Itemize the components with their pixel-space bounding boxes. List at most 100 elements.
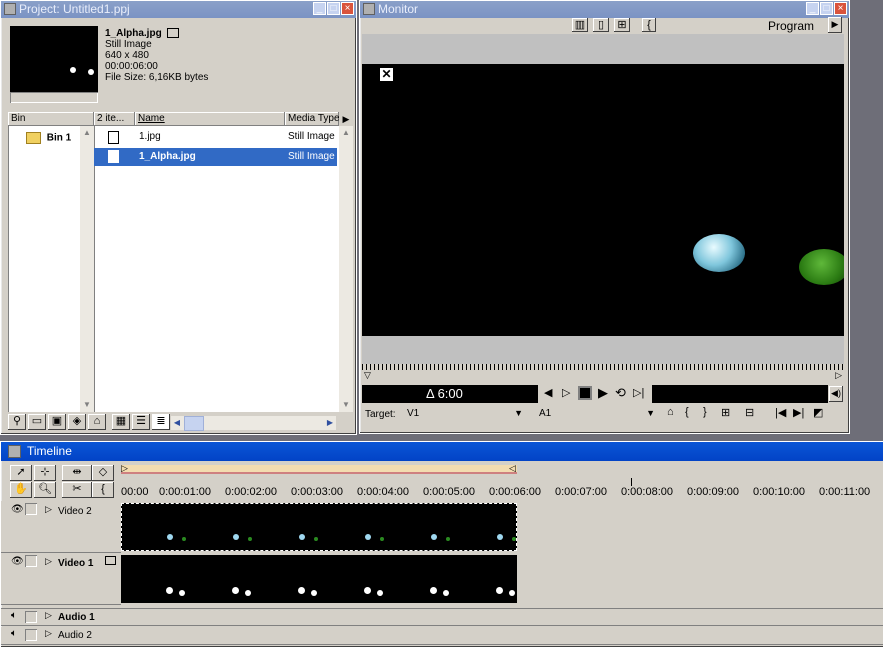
- trash-icon[interactable]: ⌂: [88, 414, 106, 430]
- view-menu-button[interactable]: ▶: [828, 17, 842, 33]
- work-area-end[interactable]: ◁: [509, 463, 516, 474]
- single-view-button[interactable]: ▯: [593, 18, 609, 32]
- project-titlebar[interactable]: Project: Untitled1.ppj _ □ ×: [1, 1, 356, 18]
- scroll-down-button[interactable]: ▼: [80, 398, 94, 412]
- work-area-bar[interactable]: ▷ ◁: [121, 463, 883, 475]
- binoculars-icon[interactable]: ⚲: [8, 414, 26, 430]
- razor-tool-icon[interactable]: ✂: [62, 482, 92, 498]
- trim-view-button[interactable]: ⊞: [614, 18, 630, 32]
- hand-tool-icon[interactable]: ✋: [10, 482, 32, 498]
- extract-icon[interactable]: ⊟: [745, 406, 754, 419]
- clip-frame-dot: [232, 587, 239, 594]
- eye-icon[interactable]: 👁︎: [11, 504, 24, 515]
- new-item-button[interactable]: ◈: [68, 414, 86, 430]
- speaker-icon[interactable]: 🔈︎: [11, 610, 17, 621]
- audio-button[interactable]: ◀): [829, 386, 843, 402]
- expand-triangle-icon[interactable]: ▷: [45, 504, 52, 515]
- bin-scrollbar[interactable]: ▲ ▼: [80, 126, 94, 412]
- header-arrow-button[interactable]: ▶: [339, 112, 353, 126]
- expand-triangle-icon[interactable]: ▷: [45, 628, 52, 639]
- step-back-icon[interactable]: ◀: [544, 386, 552, 399]
- track-lane-audio-2[interactable]: [121, 627, 883, 645]
- thumbnail-view-button[interactable]: ≣: [152, 414, 170, 430]
- name-header[interactable]: Name: [135, 112, 285, 126]
- scroll-down-button[interactable]: ▼: [339, 398, 353, 412]
- track-lane-video-2[interactable]: [121, 501, 883, 553]
- close-button[interactable]: ×: [834, 2, 847, 15]
- stop-icon[interactable]: [578, 386, 592, 400]
- safe-margin-icon[interactable]: ◩: [813, 406, 823, 419]
- scroll-up-button[interactable]: ▲: [80, 126, 94, 140]
- jog-display[interactable]: [652, 385, 828, 403]
- edit-line-marker[interactable]: [631, 478, 632, 486]
- scroll-thumb[interactable]: [184, 416, 204, 431]
- select-track-tool-icon[interactable]: ⊹: [34, 465, 56, 481]
- lock-toggle[interactable]: [25, 503, 37, 515]
- clip-1[interactable]: [121, 555, 517, 603]
- scroll-left-button[interactable]: ◀: [171, 416, 183, 430]
- zoom-tool-icon[interactable]: 🔍︎: [34, 482, 56, 498]
- list-item[interactable]: 1.jpg Still Image: [94, 129, 337, 146]
- icon-view-icon[interactable]: ☰: [132, 414, 150, 430]
- media-type-header[interactable]: Media Type: [285, 112, 339, 126]
- go-to-end-icon[interactable]: ▷|: [633, 386, 644, 399]
- bin-item[interactable]: Bin 1: [26, 132, 71, 145]
- time-ruler[interactable]: 00:00 0:00:01:00 0:00:02:00 0:00:03:00 0…: [121, 478, 883, 500]
- ripple-edit-tool-icon[interactable]: ⇹: [62, 465, 92, 481]
- previous-edit-icon[interactable]: |◀: [775, 406, 786, 419]
- monitor-titlebar[interactable]: Monitor _ □ ×: [360, 1, 849, 18]
- thumbnail-scrubber[interactable]: [10, 92, 98, 103]
- minimize-button[interactable]: _: [313, 2, 326, 15]
- expand-triangle-icon[interactable]: ▷: [45, 610, 52, 621]
- vertical-scrollbar[interactable]: ▲ ▼: [339, 126, 353, 412]
- horizontal-scrollbar[interactable]: ◀ ▶: [171, 416, 336, 431]
- bin-header[interactable]: Bin: [8, 112, 94, 126]
- next-edit-icon[interactable]: ▶|: [793, 406, 804, 419]
- count-header[interactable]: 2 ite...: [94, 112, 135, 126]
- clipboard-icon[interactable]: ▣: [48, 414, 66, 430]
- monitor-time-ruler[interactable]: ▽ ▷: [362, 364, 844, 384]
- scroll-right-button[interactable]: ▶: [324, 416, 336, 430]
- speaker-icon[interactable]: 🔈︎: [11, 628, 17, 639]
- close-button[interactable]: ×: [341, 2, 354, 15]
- minimize-button[interactable]: _: [806, 2, 819, 15]
- lift-icon[interactable]: ⊞: [721, 406, 730, 419]
- transition-icon[interactable]: [105, 556, 116, 565]
- work-area-range[interactable]: [121, 465, 517, 474]
- lock-toggle[interactable]: [25, 629, 37, 641]
- sync-button[interactable]: {: [642, 18, 656, 32]
- step-forward-icon[interactable]: ▷: [562, 386, 570, 399]
- timeline-titlebar[interactable]: Timeline: [1, 442, 883, 461]
- list-item-selected[interactable]: 1_Alpha.jpg Still Image: [94, 148, 337, 166]
- maximize-button[interactable]: □: [327, 2, 340, 15]
- maximize-button[interactable]: □: [820, 2, 833, 15]
- work-area-start[interactable]: ▷: [121, 463, 128, 474]
- new-bin-button[interactable]: ▭: [28, 414, 46, 430]
- scroll-up-button[interactable]: ▲: [339, 126, 353, 140]
- track-header-audio-1[interactable]: 🔈︎ ▷ Audio 1: [1, 608, 121, 626]
- in-out-tool-icon[interactable]: {: [92, 482, 114, 498]
- target-audio-select[interactable]: A1 ▼: [536, 406, 658, 422]
- list-view-icon[interactable]: ▦: [112, 414, 130, 430]
- expand-triangle-icon[interactable]: ▷: [45, 556, 52, 567]
- clip-1-alpha[interactable]: [121, 503, 517, 551]
- lock-toggle[interactable]: [25, 611, 37, 623]
- target-video-select[interactable]: V1 ▼: [404, 406, 526, 422]
- lock-toggle[interactable]: [25, 555, 37, 567]
- end-marker[interactable]: ▷: [835, 370, 842, 381]
- arrow-tool-icon[interactable]: ➚: [10, 465, 32, 481]
- track-header-video-2[interactable]: 👁︎ ▷ Video 2: [1, 501, 121, 553]
- mark-in-icon[interactable]: ⌂: [667, 406, 674, 418]
- dual-view-button[interactable]: ▥: [572, 18, 588, 32]
- loop-icon[interactable]: ⟲: [615, 385, 626, 401]
- playhead-marker[interactable]: ▽: [364, 370, 371, 381]
- mark-out-point-icon[interactable]: }: [703, 406, 707, 418]
- play-icon[interactable]: ▶: [598, 385, 608, 401]
- track-lane-audio-1[interactable]: [121, 608, 883, 626]
- track-lane-video-1[interactable]: [121, 553, 883, 605]
- track-header-audio-2[interactable]: 🔈︎ ▷ Audio 2: [1, 627, 121, 645]
- track-header-video-1[interactable]: 👁︎ ▷ Video 1: [1, 553, 121, 605]
- cross-fade-tool-icon[interactable]: ◇: [92, 465, 114, 481]
- eye-icon[interactable]: 👁︎: [11, 556, 24, 567]
- mark-in-point-icon[interactable]: {: [685, 406, 689, 418]
